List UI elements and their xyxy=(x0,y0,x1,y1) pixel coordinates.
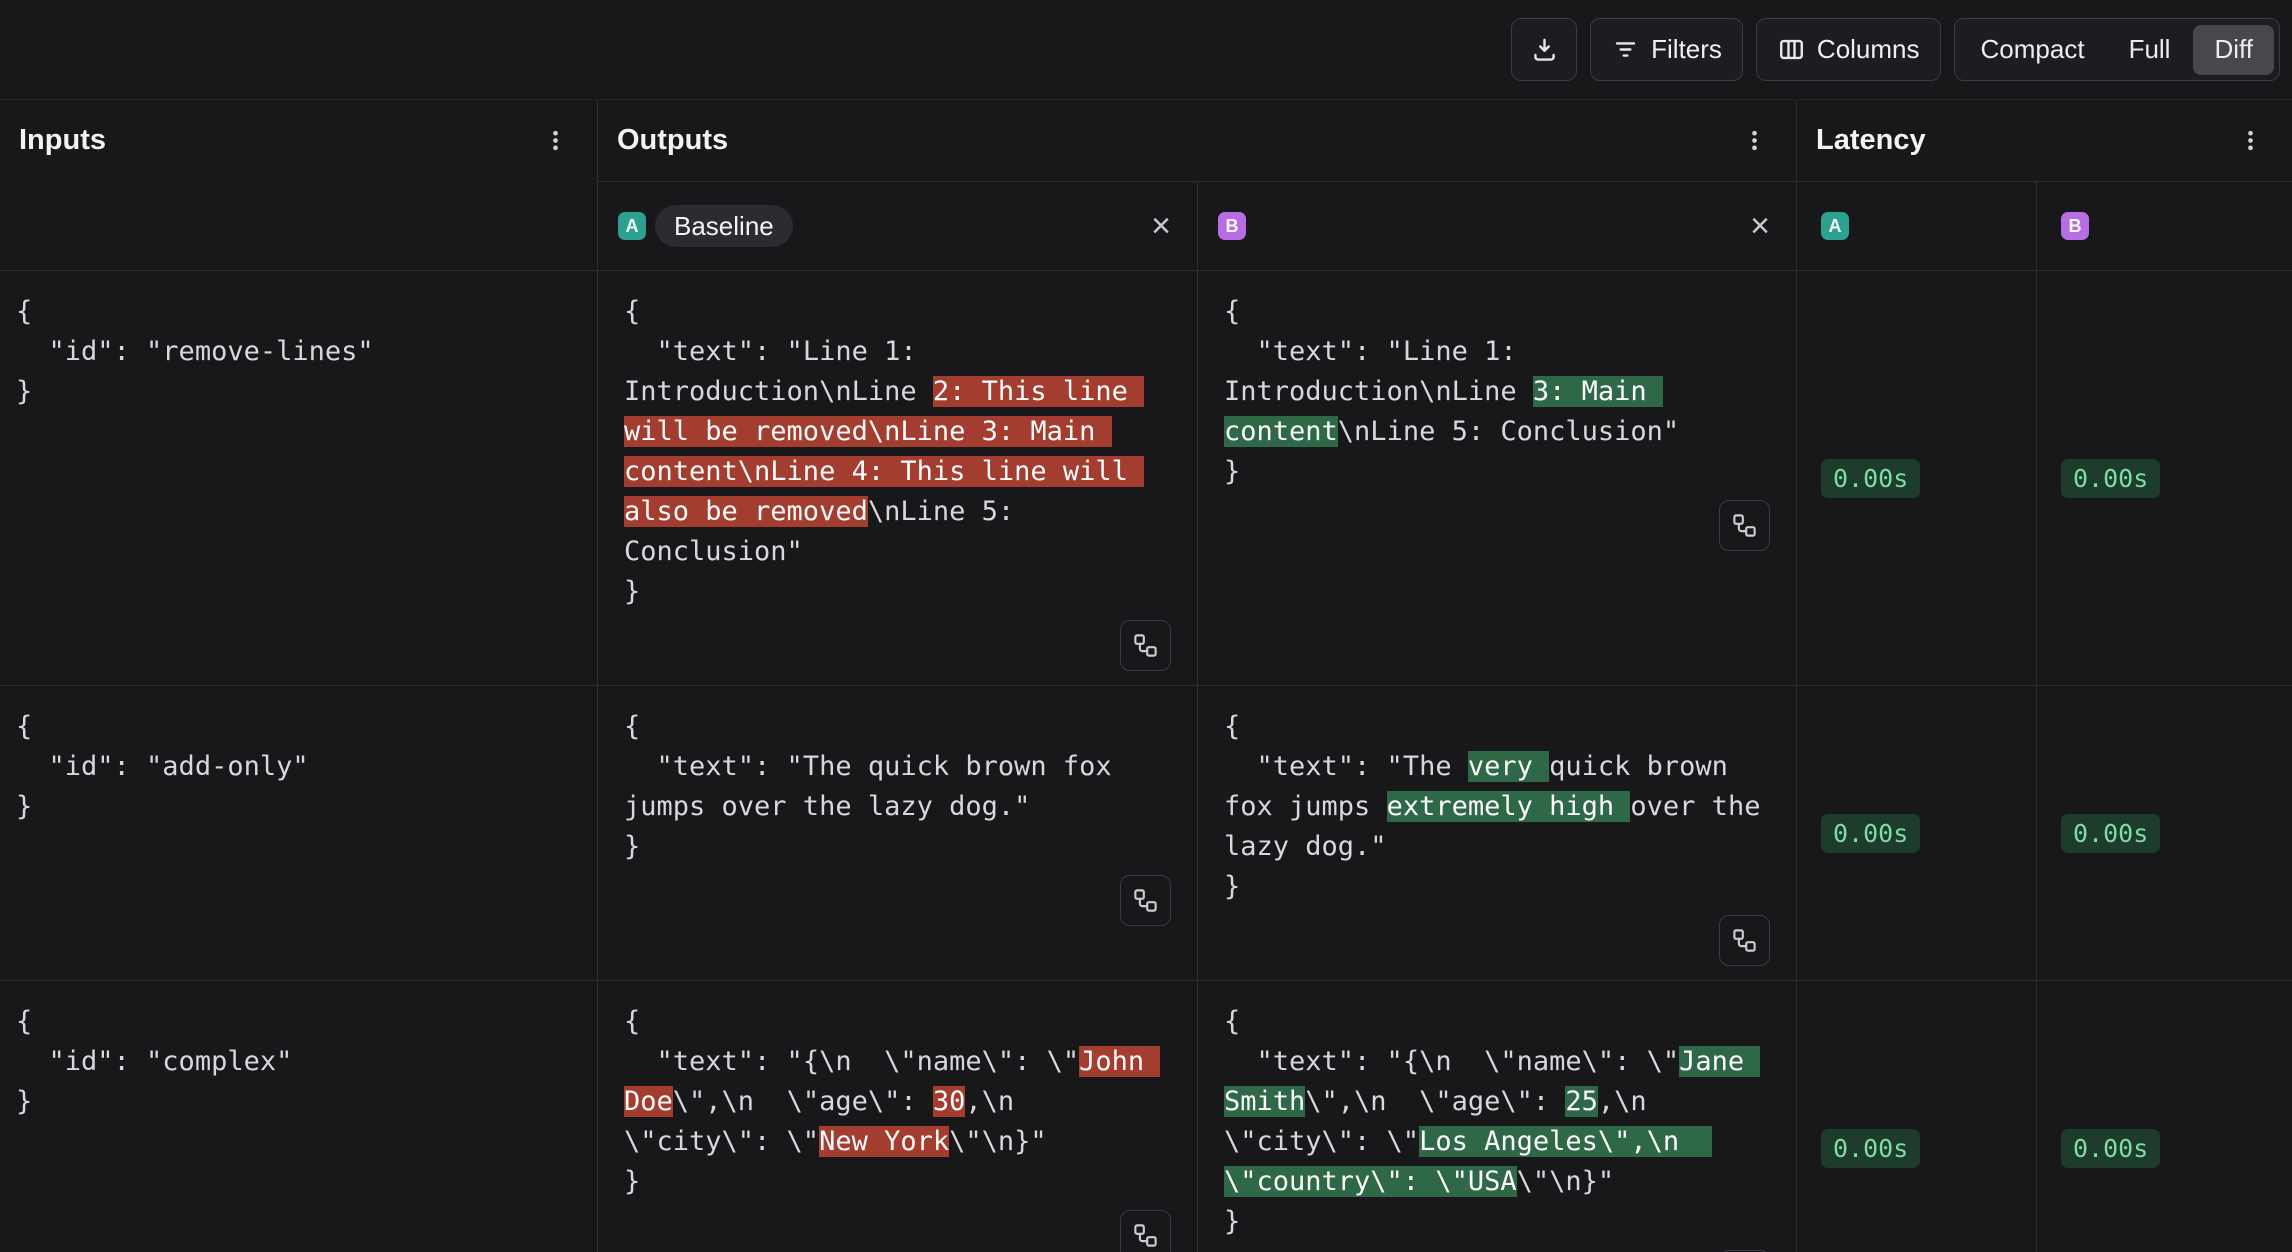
columns-button-label: Columns xyxy=(1817,34,1920,65)
close-experiment-b-button[interactable]: × xyxy=(1750,209,1770,243)
download-button[interactable] xyxy=(1511,18,1577,81)
input-cell[interactable]: { "id": "add-only" } xyxy=(0,685,598,980)
trace-row xyxy=(1224,915,1770,966)
input-cell[interactable]: { "id": "complex" } xyxy=(0,980,598,1252)
output-text: { "text": "The xyxy=(1224,711,1468,782)
inputs-menu-button[interactable] xyxy=(540,123,571,158)
trace-row xyxy=(624,1210,1171,1252)
output-text: { "text": "Line 1: Introduction\nLine xyxy=(1224,296,1533,407)
latency-b-header: B xyxy=(2037,181,2292,270)
experiment-a-name-pill[interactable]: Baseline xyxy=(655,205,793,247)
view-trace-button[interactable] xyxy=(1120,620,1171,671)
close-experiment-a-button[interactable]: × xyxy=(1151,209,1171,243)
output-json: { "text": "{\n \"name\": \"Jane Smith\",… xyxy=(1224,1002,1770,1242)
output-text: { "text": "The quick brown fox jumps ove… xyxy=(624,711,1128,862)
view-mode-switcher: CompactFullDiff xyxy=(1954,18,2280,81)
trace-row xyxy=(624,875,1171,926)
diff-removed-text: New York xyxy=(819,1126,949,1157)
latency-header-label: Latency xyxy=(1816,124,1926,157)
view-mode-diff[interactable]: Diff xyxy=(2193,25,2274,75)
experiment-a-header: A Baseline × xyxy=(598,181,1198,270)
view-trace-button[interactable] xyxy=(1120,1210,1171,1252)
output-text: { "text": "Line 1: Introduction\nLine xyxy=(624,296,933,407)
latency-cell-b: 0.00s xyxy=(2037,270,2292,685)
view-trace-button[interactable] xyxy=(1120,875,1171,926)
outputs-menu-button[interactable] xyxy=(1739,123,1770,158)
kebab-icon xyxy=(542,127,569,154)
output-json: { "text": "Line 1: Introduction\nLine 3:… xyxy=(1224,292,1770,492)
input-json: { "id": "add-only" } xyxy=(16,707,579,827)
diff-added-text: extremely high xyxy=(1387,791,1631,822)
latency-value-badge: 0.00s xyxy=(2061,459,2160,498)
latency-cell-b: 0.00s xyxy=(2037,685,2292,980)
latency-menu-button[interactable] xyxy=(2235,123,2266,158)
latency-cell-a: 0.00s xyxy=(1797,685,2037,980)
outputs-header-label: Outputs xyxy=(617,124,728,157)
output-json: { "text": "The very quick brown fox jump… xyxy=(1224,707,1770,907)
filter-icon xyxy=(1611,35,1640,64)
view-trace-button[interactable] xyxy=(1719,500,1770,551)
diff-removed-text: 30 xyxy=(933,1086,966,1117)
trace-icon xyxy=(1731,512,1758,539)
trace-icon xyxy=(1132,1222,1159,1249)
experiment-b-header: B × xyxy=(1198,181,1797,270)
latency-value-badge: 0.00s xyxy=(2061,1129,2160,1168)
output-cell-a[interactable]: { "text": "{\n \"name\": \"John Doe\",\n… xyxy=(598,980,1198,1252)
output-json: { "text": "The quick brown fox jumps ove… xyxy=(624,707,1171,867)
latency-b-badge: B xyxy=(2061,212,2089,240)
output-text: { "text": "{\n \"name\": \" xyxy=(624,1006,1079,1077)
latency-a-header: A xyxy=(1797,181,2037,270)
latency-value-badge: 0.00s xyxy=(2061,814,2160,853)
input-cell[interactable]: { "id": "remove-lines" } xyxy=(0,270,598,685)
filters-button-label: Filters xyxy=(1651,34,1722,65)
latency-a-badge: A xyxy=(1821,212,1849,240)
output-cell-a[interactable]: { "text": "Line 1: Introduction\nLine 2:… xyxy=(598,270,1198,685)
columns-button[interactable]: Columns xyxy=(1756,18,1941,81)
output-json: { "text": "{\n \"name\": \"John Doe\",\n… xyxy=(624,1002,1171,1202)
download-icon xyxy=(1530,35,1559,64)
output-cell-b[interactable]: { "text": "{\n \"name\": \"Jane Smith\",… xyxy=(1198,980,1797,1252)
view-mode-compact[interactable]: Compact xyxy=(1960,25,2106,75)
trace-row xyxy=(624,620,1171,671)
input-json: { "id": "complex" } xyxy=(16,1002,579,1122)
experiment-a-badge: A xyxy=(618,212,646,240)
trace-icon xyxy=(1132,887,1159,914)
filters-button[interactable]: Filters xyxy=(1590,18,1743,81)
inputs-column-header: Inputs xyxy=(0,100,598,270)
latency-cell-a: 0.00s xyxy=(1797,980,2037,1252)
view-trace-button[interactable] xyxy=(1719,915,1770,966)
latency-cell-a: 0.00s xyxy=(1797,270,2037,685)
output-json: { "text": "Line 1: Introduction\nLine 2:… xyxy=(624,292,1171,612)
output-text: { "text": "{\n \"name\": \" xyxy=(1224,1006,1679,1077)
output-text: \",\n \"age\": xyxy=(1305,1086,1565,1117)
output-cell-b[interactable]: { "text": "The very quick brown fox jump… xyxy=(1198,685,1797,980)
trace-icon xyxy=(1132,632,1159,659)
latency-cell-b: 0.00s xyxy=(2037,980,2292,1252)
input-json: { "id": "remove-lines" } xyxy=(16,292,579,412)
diff-added-text: 25 xyxy=(1565,1086,1598,1117)
output-cell-a[interactable]: { "text": "The quick brown fox jumps ove… xyxy=(598,685,1198,980)
outputs-column-header: Outputs xyxy=(598,100,1797,181)
latency-value-badge: 0.00s xyxy=(1821,814,1920,853)
diff-added-text: very xyxy=(1468,751,1549,782)
inputs-header-label: Inputs xyxy=(19,124,106,157)
latency-value-badge: 0.00s xyxy=(1821,1129,1920,1168)
trace-icon xyxy=(1731,927,1758,954)
output-text: \",\n \"age\": xyxy=(673,1086,933,1117)
experiment-b-badge: B xyxy=(1218,212,1246,240)
view-mode-full[interactable]: Full xyxy=(2108,25,2192,75)
kebab-icon xyxy=(2237,127,2264,154)
latency-column-header: Latency xyxy=(1797,100,2292,181)
results-grid: Inputs Outputs Latency A Baseline × B × xyxy=(0,100,2292,1252)
columns-icon xyxy=(1777,35,1806,64)
toolbar: Filters Columns CompactFullDiff xyxy=(0,0,2292,100)
kebab-icon xyxy=(1741,127,1768,154)
trace-row xyxy=(1224,500,1770,551)
output-cell-b[interactable]: { "text": "Line 1: Introduction\nLine 3:… xyxy=(1198,270,1797,685)
latency-value-badge: 0.00s xyxy=(1821,459,1920,498)
